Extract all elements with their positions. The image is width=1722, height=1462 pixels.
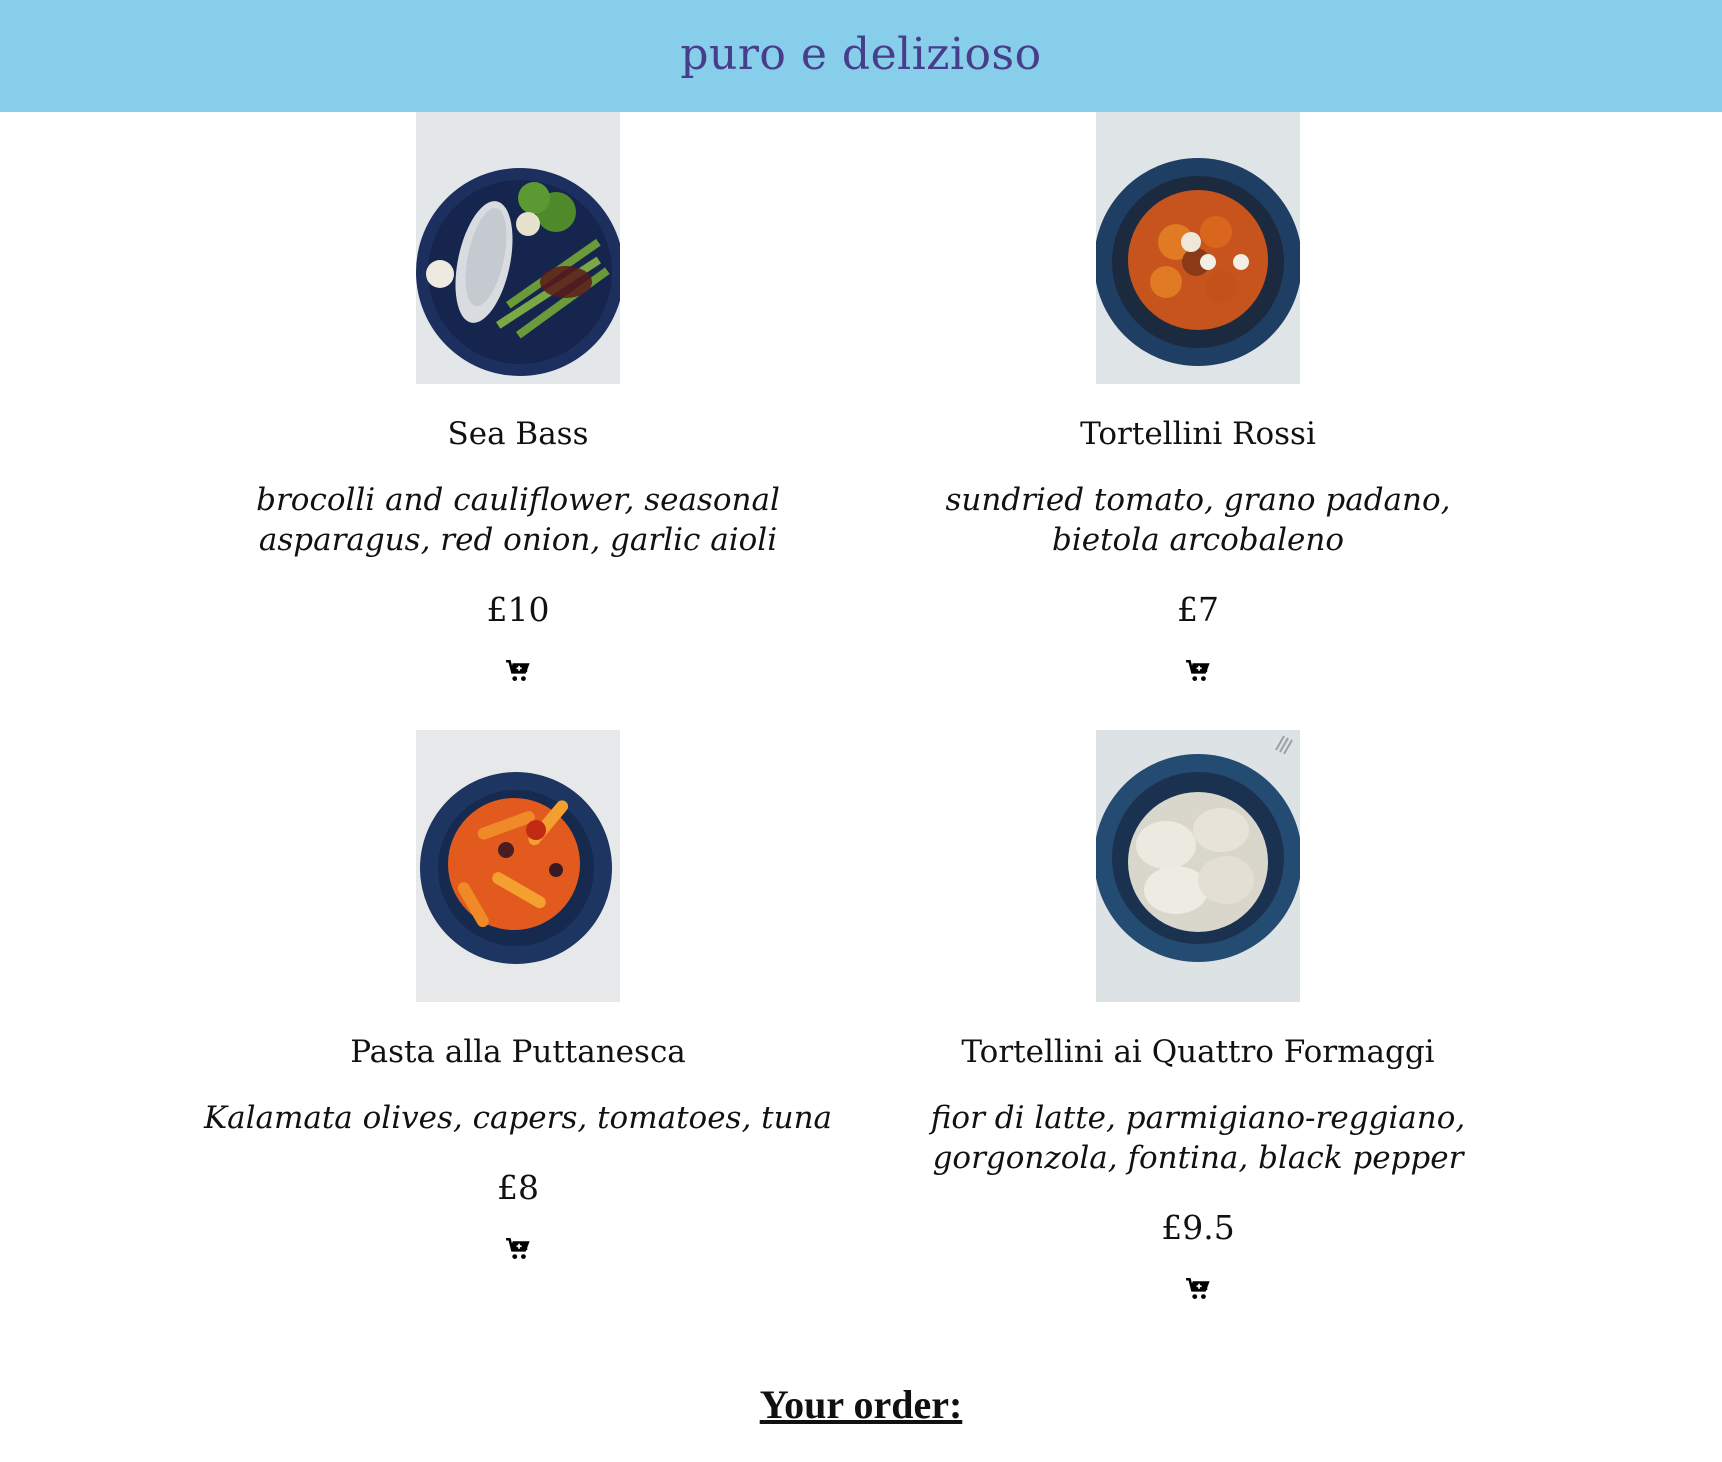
menu-item-puttanesca: Pasta alla Puttanesca Kalamata olives, c… <box>168 730 868 1266</box>
cart-plus-icon[interactable] <box>1185 658 1211 684</box>
dish-price: £10 <box>486 590 550 629</box>
quattro-formaggi-photo <box>1096 730 1300 1002</box>
dish-name: Sea Bass <box>447 416 589 452</box>
site-title: puro e delizioso <box>680 28 1042 80</box>
menu-item-quattro-formaggi: Tortellini ai Quattro Formaggi fior di l… <box>848 730 1548 1306</box>
dish-name: Tortellini ai Quattro Formaggi <box>961 1034 1435 1070</box>
dish-name: Pasta alla Puttanesca <box>350 1034 686 1070</box>
dish-description: Kalamata olives, capers, tomatoes, tuna <box>203 1100 833 1136</box>
dish-price: £9.5 <box>1161 1208 1235 1247</box>
tortellini-rossi-photo <box>1096 112 1300 384</box>
dish-name: Tortellini Rossi <box>1080 416 1316 452</box>
sea-bass-photo <box>416 112 620 384</box>
puttanesca-photo <box>416 730 620 1002</box>
dish-description: fior di latte, parmigiano-reggiano, gorg… <box>930 1100 1466 1176</box>
dish-description: brocolli and cauliflower, seasonal aspar… <box>256 482 780 558</box>
menu-item-tortellini-rossi: Tortellini Rossi sundried tomato, grano … <box>848 112 1548 688</box>
cart-plus-icon[interactable] <box>505 658 531 684</box>
cart-plus-icon[interactable] <box>505 1236 531 1262</box>
site-header: puro e delizioso <box>0 0 1722 112</box>
dish-price: £7 <box>1177 590 1219 629</box>
order-heading: Your order: <box>759 1382 963 1427</box>
dish-description: sundried tomato, grano padano, bietola a… <box>945 482 1451 558</box>
dish-price: £8 <box>497 1168 539 1207</box>
menu-item-sea-bass: Sea Bass brocolli and cauliflower, seaso… <box>168 112 868 688</box>
cart-plus-icon[interactable] <box>1185 1276 1211 1302</box>
